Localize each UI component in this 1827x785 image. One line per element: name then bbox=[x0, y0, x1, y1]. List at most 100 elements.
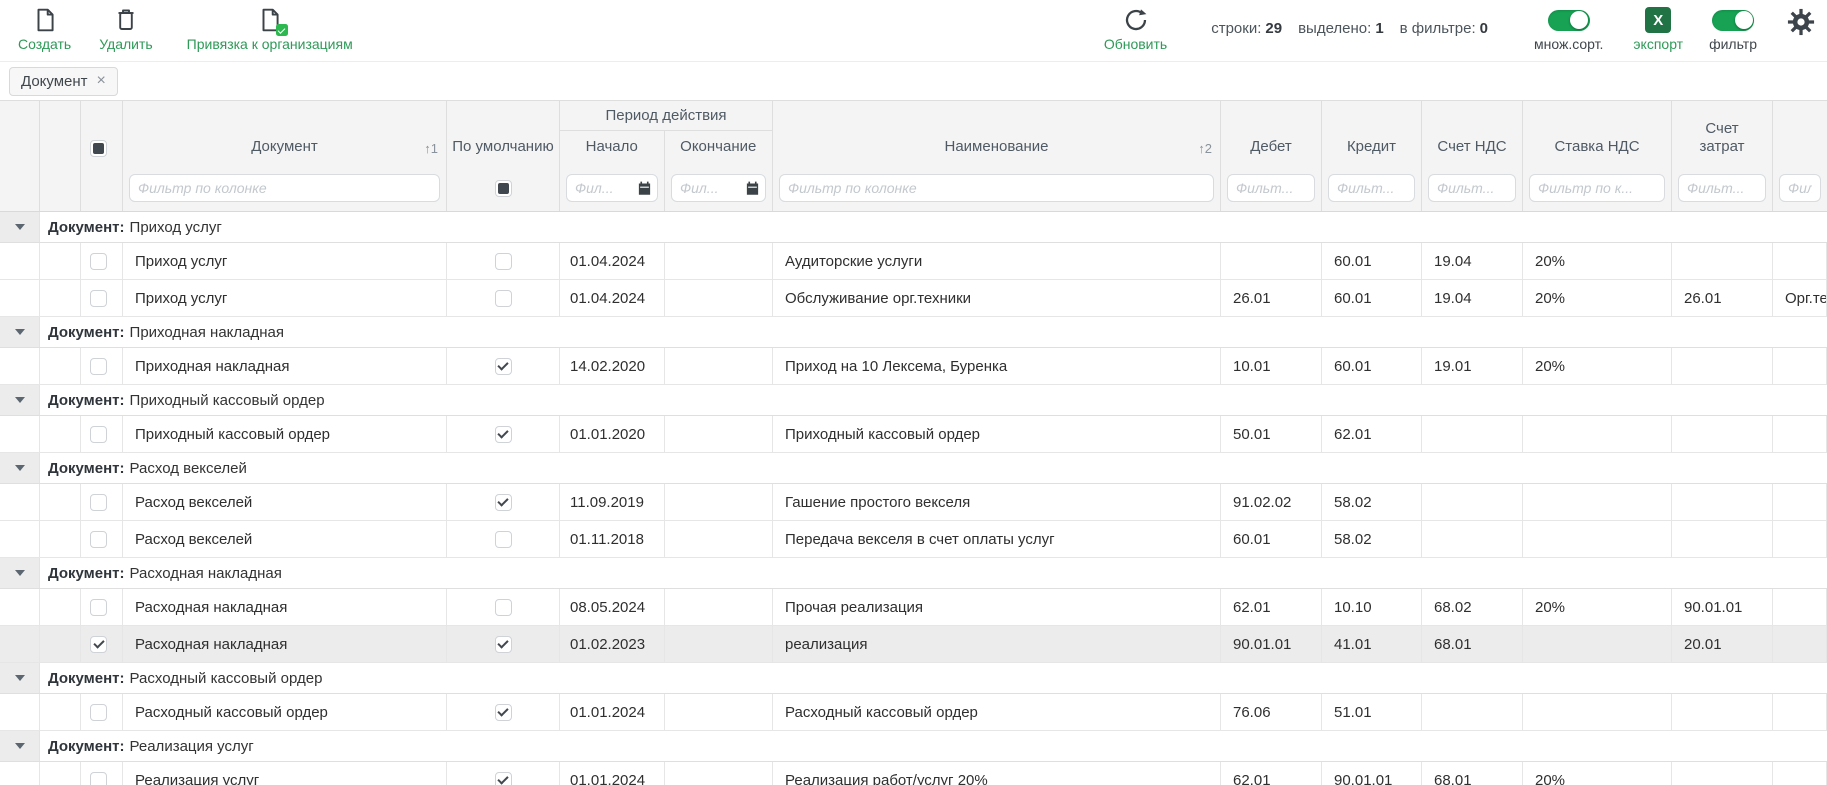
filter-cost-account-input[interactable] bbox=[1678, 174, 1766, 202]
default-checkbox[interactable] bbox=[495, 290, 512, 307]
cell-vat-account bbox=[1422, 484, 1523, 520]
default-checkbox[interactable] bbox=[495, 253, 512, 270]
column-header-document[interactable]: Документ ↑1 bbox=[123, 101, 447, 165]
cell-vat-rate: 20% bbox=[1523, 348, 1672, 384]
table-row[interactable]: Приход услуг 01.04.2024 Обслуживание орг… bbox=[0, 280, 1827, 317]
chevron-down-icon bbox=[15, 329, 25, 335]
cell-end bbox=[665, 694, 773, 730]
collapse-group-button[interactable] bbox=[0, 731, 40, 761]
row-checkbox[interactable] bbox=[90, 772, 107, 785]
row-checkbox[interactable] bbox=[90, 358, 107, 375]
cell-credit: 60.01 bbox=[1322, 348, 1422, 384]
collapse-group-button[interactable] bbox=[0, 663, 40, 693]
group-label: Документ: bbox=[48, 738, 125, 755]
table-row[interactable]: Приходная накладная 14.02.2020 Приход на… bbox=[0, 348, 1827, 385]
cell-name: Реализация работ/услуг 20% bbox=[773, 762, 1221, 785]
table-row[interactable]: Приходный кассовый ордер 01.01.2020 Прих… bbox=[0, 416, 1827, 453]
column-header-name[interactable]: Наименование ↑2 bbox=[773, 101, 1221, 165]
filter-document-input[interactable] bbox=[129, 174, 440, 202]
default-checkbox[interactable] bbox=[495, 426, 512, 443]
row-checkbox[interactable] bbox=[90, 704, 107, 721]
create-button[interactable]: Создать bbox=[18, 6, 71, 52]
collapse-group-button[interactable] bbox=[0, 317, 40, 347]
filter-debit-input[interactable] bbox=[1227, 174, 1315, 202]
cell-vat-rate bbox=[1523, 416, 1672, 452]
default-checkbox[interactable] bbox=[495, 358, 512, 375]
chevron-down-icon bbox=[15, 224, 25, 230]
cell-vat-rate: 20% bbox=[1523, 762, 1672, 785]
table-row[interactable]: Расход векселей 01.11.2018 Передача векс… bbox=[0, 521, 1827, 558]
collapse-group-button[interactable] bbox=[0, 385, 40, 415]
filter-extra-input[interactable] bbox=[1779, 174, 1821, 202]
cell-document: Приход услуг bbox=[123, 280, 447, 316]
attach-organizations-button[interactable]: Привязка к организациям bbox=[187, 6, 353, 52]
rows-counter: строки:29 bbox=[1211, 20, 1282, 37]
table-row[interactable]: Расходная накладная 01.02.2023 реализаци… bbox=[0, 626, 1827, 663]
row-checkbox[interactable] bbox=[90, 253, 107, 270]
filter-toggle[interactable] bbox=[1712, 10, 1754, 31]
group-row[interactable]: Документ: Реализация услуг bbox=[0, 731, 1827, 762]
cell-vat-account bbox=[1422, 521, 1523, 557]
filter-name-input[interactable] bbox=[779, 174, 1214, 202]
column-header-cost-account[interactable]: Счет затрат bbox=[1672, 101, 1773, 165]
column-header-vat-rate[interactable]: Ставка НДС bbox=[1523, 101, 1672, 165]
default-checkbox[interactable] bbox=[495, 531, 512, 548]
column-header-credit[interactable]: Кредит bbox=[1322, 101, 1422, 165]
group-row[interactable]: Документ: Приход услуг bbox=[0, 212, 1827, 243]
table-row[interactable]: Расходный кассовый ордер 01.01.2024 Расх… bbox=[0, 694, 1827, 731]
cell-vat-account bbox=[1422, 416, 1523, 452]
group-row[interactable]: Документ: Приходный кассовый ордер bbox=[0, 385, 1827, 416]
close-icon[interactable]: × bbox=[97, 73, 106, 89]
collapse-group-button[interactable] bbox=[0, 212, 40, 242]
table-row[interactable]: Расходная накладная 08.05.2024 Прочая ре… bbox=[0, 589, 1827, 626]
row-checkbox[interactable] bbox=[90, 531, 107, 548]
default-checkbox[interactable] bbox=[495, 636, 512, 653]
column-header-start[interactable]: Начало bbox=[560, 131, 665, 165]
row-checkbox[interactable] bbox=[90, 599, 107, 616]
column-header-debit[interactable]: Дебет bbox=[1221, 101, 1322, 165]
table-row[interactable]: Расход векселей 11.09.2019 Гашение прост… bbox=[0, 484, 1827, 521]
table-row[interactable]: Реализация услуг 01.01.2024 Реализация р… bbox=[0, 762, 1827, 785]
filter-credit-input[interactable] bbox=[1328, 174, 1415, 202]
cell-end bbox=[665, 243, 773, 279]
refresh-icon bbox=[1123, 6, 1149, 34]
column-gutter bbox=[40, 101, 81, 165]
collapse-group-button[interactable] bbox=[0, 453, 40, 483]
row-checkbox[interactable] bbox=[90, 290, 107, 307]
settings-button[interactable] bbox=[1787, 8, 1815, 36]
collapse-group-button[interactable] bbox=[0, 558, 40, 588]
column-header-vat-account[interactable]: Счет НДС bbox=[1422, 101, 1523, 165]
group-row[interactable]: Документ: Приходная накладная bbox=[0, 317, 1827, 348]
group-row[interactable]: Документ: Расходный кассовый ордер bbox=[0, 663, 1827, 694]
multisort-toggle[interactable] bbox=[1548, 10, 1590, 31]
delete-button[interactable]: Удалить bbox=[99, 6, 152, 52]
period-group-label: Период действия bbox=[560, 101, 772, 131]
group-label: Документ: bbox=[48, 460, 125, 477]
column-header-default[interactable]: По умолчанию bbox=[447, 101, 560, 165]
cell-name: Аудиторские услуги bbox=[773, 243, 1221, 279]
filter-vat-rate-input[interactable] bbox=[1529, 174, 1665, 202]
group-row[interactable]: Документ: Расходная накладная bbox=[0, 558, 1827, 589]
row-checkbox[interactable] bbox=[90, 426, 107, 443]
default-checkbox[interactable] bbox=[495, 494, 512, 511]
table-row[interactable]: Приход услуг 01.04.2024 Аудиторские услу… bbox=[0, 243, 1827, 280]
row-checkbox[interactable] bbox=[90, 636, 107, 653]
default-checkbox[interactable] bbox=[495, 772, 512, 785]
column-header-end[interactable]: Окончание bbox=[665, 131, 772, 165]
filter-default-checkbox[interactable] bbox=[495, 180, 512, 197]
refresh-button[interactable]: Обновить bbox=[1104, 6, 1167, 52]
cell-extra bbox=[1773, 484, 1827, 520]
group-value: Расходный кассовый ордер bbox=[130, 670, 323, 687]
export-button[interactable]: X экспорт bbox=[1633, 6, 1683, 52]
row-checkbox[interactable] bbox=[90, 494, 107, 511]
group-row[interactable]: Документ: Расход векселей bbox=[0, 453, 1827, 484]
default-checkbox[interactable] bbox=[495, 599, 512, 616]
filter-vat-account-input[interactable] bbox=[1428, 174, 1516, 202]
select-all-checkbox[interactable] bbox=[90, 140, 107, 157]
tab-document[interactable]: Документ × bbox=[9, 67, 118, 96]
default-checkbox[interactable] bbox=[495, 704, 512, 721]
cell-end bbox=[665, 521, 773, 557]
group-value: Расходная накладная bbox=[130, 565, 282, 582]
create-label: Создать bbox=[18, 36, 71, 52]
cell-start: 01.04.2024 bbox=[560, 243, 665, 279]
